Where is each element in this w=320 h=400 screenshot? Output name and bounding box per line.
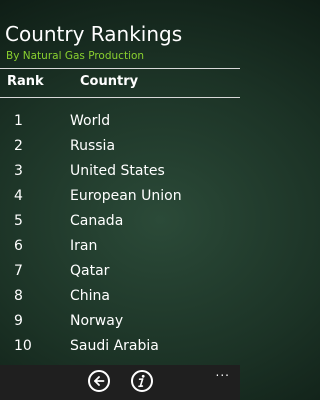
list-item[interactable]: 3 United States <box>0 160 240 185</box>
country-name: United States <box>70 163 165 179</box>
list-item[interactable]: 2 Russia <box>0 135 240 160</box>
header-divider-top <box>0 68 240 69</box>
back-button[interactable] <box>88 370 110 392</box>
country-name: Iran <box>70 238 98 254</box>
country-name: World <box>70 113 111 129</box>
column-header-rank: Rank <box>7 74 44 89</box>
rank-value: 3 <box>14 163 23 179</box>
rank-value: 2 <box>14 138 23 154</box>
app-screen: Country Rankings By Natural Gas Producti… <box>0 0 240 400</box>
country-name: Qatar <box>70 263 110 279</box>
list-item[interactable]: 8 China <box>0 285 240 310</box>
list-item[interactable]: 4 European Union <box>0 185 240 210</box>
app-bar: ... <box>0 365 240 400</box>
list-item[interactable]: 1 World <box>0 110 240 135</box>
rank-value: 8 <box>14 288 23 304</box>
page-subtitle: By Natural Gas Production <box>6 50 145 62</box>
rank-value: 10 <box>14 338 32 354</box>
info-icon <box>138 374 145 388</box>
back-arrow-icon <box>94 376 105 386</box>
header-divider-bottom <box>0 97 240 98</box>
list-item[interactable]: 10 Saudi Arabia <box>0 335 240 360</box>
country-name: China <box>70 288 110 304</box>
rank-value: 1 <box>14 113 23 129</box>
page-title: Country Rankings <box>5 22 183 46</box>
list-item[interactable]: 5 Canada <box>0 210 240 235</box>
column-header-country: Country <box>80 74 139 89</box>
country-name: Saudi Arabia <box>70 338 159 354</box>
rank-value: 9 <box>14 313 23 329</box>
country-name: Canada <box>70 213 124 229</box>
country-name: Russia <box>70 138 116 154</box>
list-item[interactable]: 7 Qatar <box>0 260 240 285</box>
country-name: European Union <box>70 188 182 204</box>
country-name: Norway <box>70 313 124 329</box>
rank-value: 5 <box>14 213 23 229</box>
rank-value: 4 <box>14 188 23 204</box>
list-item[interactable]: 6 Iran <box>0 235 240 260</box>
info-button[interactable] <box>131 370 153 392</box>
rank-value: 7 <box>14 263 23 279</box>
list-item[interactable]: 9 Norway <box>0 310 240 335</box>
rank-value: 6 <box>14 238 23 254</box>
more-menu-button[interactable]: ... <box>216 366 230 378</box>
